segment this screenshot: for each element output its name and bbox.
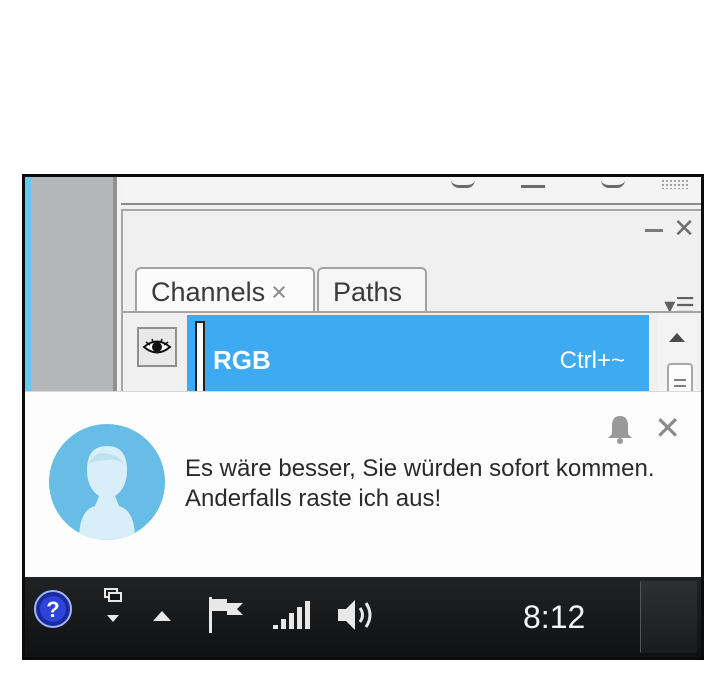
left-accent-bar <box>25 177 31 391</box>
left-tool-strip <box>25 177 117 391</box>
person-icon <box>79 446 135 540</box>
show-hidden-icon[interactable] <box>151 609 173 628</box>
tab-paths[interactable]: Paths <box>317 267 427 313</box>
scroll-up-icon[interactable] <box>669 333 685 342</box>
channel-row-rgb[interactable]: RGB Ctrl+~ <box>187 315 649 411</box>
panel-close-button[interactable]: ✕ <box>673 215 695 241</box>
panel-minimize-button[interactable] <box>645 229 663 232</box>
tab-paths-label: Paths <box>333 277 403 307</box>
notification-toast[interactable]: Es wäre besser, Sie würden sofort kommen… <box>25 391 701 580</box>
toolbar-icon[interactable] <box>451 177 475 188</box>
notification-message: Es wäre besser, Sie würden sofort kommen… <box>185 455 655 512</box>
taskbar-clock[interactable]: 8:12 <box>523 599 585 636</box>
toolbar-grip[interactable] <box>661 179 689 189</box>
screen-frame: ✕ Channels × Paths ▾☰ RGB Ctrl+~ Es wäre… <box>22 174 704 660</box>
tab-channels[interactable]: Channels × <box>135 267 315 313</box>
toast-close-button[interactable]: ✕ <box>654 412 681 444</box>
tab-channels-label: Channels <box>151 277 266 307</box>
tab-divider <box>123 311 701 313</box>
help-icon[interactable]: ? <box>33 589 73 634</box>
channel-shortcut: Ctrl+~ <box>559 347 625 374</box>
visibility-toggle[interactable] <box>137 327 177 367</box>
action-center-flag-icon[interactable] <box>205 595 247 640</box>
panel-scrollbar[interactable] <box>657 315 697 427</box>
svg-text:?: ? <box>46 597 59 622</box>
signal-icon[interactable] <box>271 599 313 636</box>
show-desktop-button[interactable] <box>640 581 697 653</box>
toolbar-icon[interactable] <box>601 177 625 188</box>
eye-icon <box>142 338 172 354</box>
windows-icon[interactable] <box>101 587 125 636</box>
channels-panel: ✕ Channels × Paths ▾☰ RGB Ctrl+~ <box>121 209 701 427</box>
avatar <box>49 424 165 540</box>
left-strip-edge <box>113 177 117 391</box>
tab-close-icon[interactable]: × <box>271 277 287 307</box>
taskbar: ? 8:12 <box>25 577 701 657</box>
bell-icon[interactable] <box>607 414 633 449</box>
top-toolbar <box>121 177 701 205</box>
volume-icon[interactable] <box>335 595 379 640</box>
toolbar-icon[interactable] <box>521 177 545 188</box>
channel-name: RGB <box>213 345 271 375</box>
